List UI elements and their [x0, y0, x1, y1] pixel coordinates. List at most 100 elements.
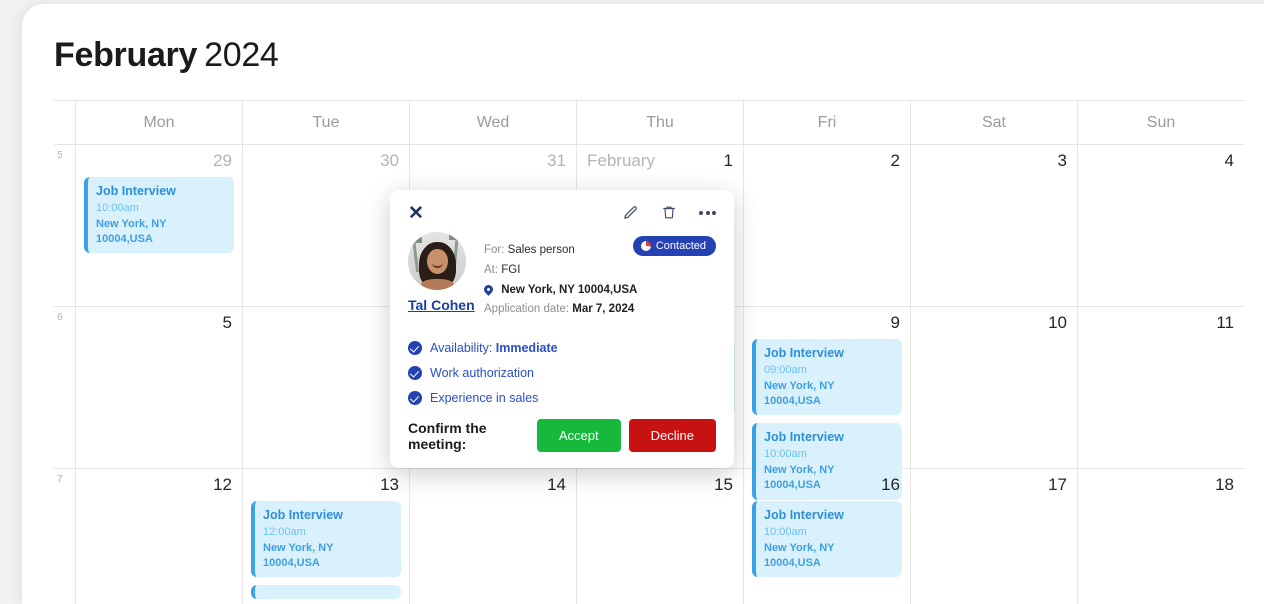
application-date-label: Application date:: [484, 303, 570, 316]
day-cell[interactable]: 18: [1078, 469, 1244, 604]
location-value: New York, NY 10004,USA: [501, 283, 638, 296]
info-at: At: FGI: [484, 264, 637, 278]
at-value: FGI: [501, 263, 521, 276]
date-number: 17: [1048, 475, 1067, 494]
event-card[interactable]: [251, 585, 401, 600]
day-cell[interactable]: 13 Job Interview 12:00am New York, NY 10004…: [243, 469, 410, 604]
decline-button[interactable]: Decline: [628, 419, 716, 453]
event-card[interactable]: Job Interview 10:00am New York, NY 10004,U…: [84, 177, 234, 254]
date-number: 29: [213, 151, 232, 170]
requirement-label: Availability: Immediate: [430, 341, 558, 355]
day-cell[interactable]: 12: [76, 469, 243, 604]
date-number: 4: [1224, 151, 1234, 170]
location-pin-icon: [482, 282, 495, 296]
day-cell[interactable]: 3: [911, 145, 1078, 307]
day-cell[interactable]: 11: [1078, 307, 1244, 469]
event-time: 10:00am: [764, 448, 807, 461]
confirm-label: Confirm the meeting:: [408, 419, 487, 452]
date-number: 5: [222, 313, 232, 332]
week-number-label: 7: [57, 474, 63, 485]
date-number: 9: [890, 313, 900, 332]
date-number: 16: [881, 475, 900, 494]
week-number-label: 5: [57, 150, 63, 161]
day-cell[interactable]: 30: [243, 145, 410, 307]
date-number: 10: [1048, 313, 1067, 332]
confirm-meeting-row: Confirm the meeting: Accept Decline: [408, 419, 716, 453]
delete-trash-icon[interactable]: [661, 204, 677, 221]
close-icon[interactable]: ✕: [408, 204, 424, 224]
event-detail-popup: ✕ Tal Cohen For: Sales person At: FGI Ne…: [390, 190, 734, 469]
date-number: 14: [547, 475, 566, 494]
event-title: Job Interview: [263, 508, 343, 522]
dayname-wed: Wed: [476, 114, 510, 131]
event-list: Job Interview 10:00am New York, NY 10004,U…: [752, 501, 902, 585]
date-number: 1: [723, 151, 733, 170]
day-cell[interactable]: 15: [577, 469, 744, 604]
avatar: [408, 232, 466, 290]
day-cell[interactable]: 10: [911, 307, 1078, 469]
status-badge[interactable]: Contacted: [632, 236, 716, 256]
date-number: 3: [1057, 151, 1067, 170]
day-cell[interactable]: 4: [1078, 145, 1244, 307]
edit-pencil-icon[interactable]: [622, 204, 639, 221]
day-cell[interactable]: 6: [243, 307, 410, 469]
day-cell[interactable]: 14: [410, 469, 577, 604]
confirm-buttons: Accept Decline: [536, 419, 716, 453]
requirement-prefix: Work authorization: [430, 366, 534, 381]
dayname-cell: Sat: [911, 101, 1078, 145]
calendar-header-row: Mon Tue Wed Thu Fri Sat Sun: [54, 101, 1244, 145]
dayname-cell: Thu: [577, 101, 744, 145]
popup-info: For: Sales person At: FGI New York, NY 1…: [482, 232, 638, 323]
requirement-item: Experience in sales: [408, 391, 716, 406]
event-location: New York, NY 10004,USA: [96, 217, 167, 245]
event-location: New York, NY 10004,USA: [263, 541, 334, 569]
requirement-item: Availability: Immediate: [408, 341, 716, 356]
requirement-prefix: Availability:: [430, 341, 496, 356]
popup-actions: [622, 204, 716, 221]
dayname-cell: Tue: [243, 101, 410, 145]
info-for: For: Sales person: [484, 244, 637, 258]
week-number-label: 6: [57, 312, 63, 323]
event-card[interactable]: Job Interview 09:00am New York, NY 10004,U…: [752, 339, 902, 416]
event-title: Job Interview: [96, 184, 176, 198]
event-title: Job Interview: [764, 346, 844, 360]
dayname-cell: Fri: [744, 101, 911, 145]
event-card[interactable]: Job Interview 12:00am New York, NY 10004,U…: [251, 501, 401, 578]
person-name-link[interactable]: Tal Cohen: [408, 297, 475, 313]
date-number: 13: [380, 475, 399, 494]
requirement-label: Work authorization: [430, 366, 534, 380]
check-circle-icon: [408, 366, 422, 381]
event-location: New York, NY 10004,USA: [764, 379, 835, 407]
day-cell[interactable]: 5: [76, 307, 243, 469]
requirements-list: Availability: Immediate Work authorizatio…: [408, 341, 716, 406]
pie-chart-icon: [640, 241, 651, 251]
date-number: 31: [547, 151, 566, 170]
check-circle-icon: [408, 391, 422, 406]
dayname-tue: Tue: [312, 114, 340, 131]
dayname-sat: Sat: [981, 114, 1006, 131]
date-number: 18: [1215, 475, 1234, 494]
dayname-cell: Wed: [410, 101, 577, 145]
day-cell[interactable]: 2: [744, 145, 911, 307]
day-cell[interactable]: 16 Job Interview 10:00am New York, NY 10004…: [744, 469, 911, 604]
more-options-icon[interactable]: [699, 210, 716, 215]
event-time: 12:00am: [263, 525, 306, 538]
day-cell[interactable]: 29 Job Interview 10:00am New York, NY 10004…: [76, 145, 243, 307]
event-time: 10:00am: [764, 525, 807, 538]
date-number: 15: [714, 475, 733, 494]
requirement-value: Immediate: [495, 341, 558, 356]
day-cell[interactable]: 9 Job Interview 09:00am New York, NY 10004,…: [744, 307, 911, 500]
event-location: New York, NY 10004,USA: [764, 541, 835, 569]
day-cell[interactable]: 17: [911, 469, 1078, 604]
week-number-header: [54, 101, 76, 145]
date-number: 30: [380, 151, 399, 170]
dayname-mon: Mon: [143, 114, 175, 131]
accept-button[interactable]: Accept: [536, 419, 621, 453]
title-year: 2024: [204, 36, 279, 74]
event-card[interactable]: Job Interview 10:00am New York, NY 10004,U…: [752, 501, 902, 578]
week-number: 7: [54, 469, 76, 604]
info-location: New York, NY 10004,USA: [482, 282, 638, 298]
month-tag: February: [587, 151, 656, 170]
calendar-week-row: 7 12 13 Job Interview 12:00am New York, NY 10…: [54, 469, 1244, 604]
event-title: Job Interview: [764, 508, 844, 522]
